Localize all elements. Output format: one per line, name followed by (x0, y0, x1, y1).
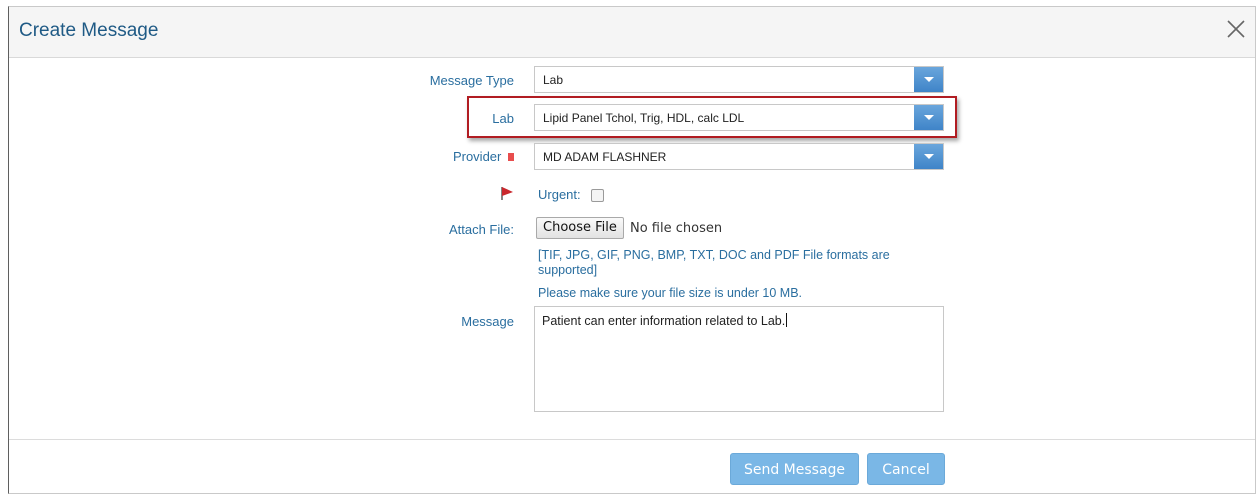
provider-select[interactable]: MD ADAM FLASHNER (534, 143, 944, 170)
dialog-title: Create Message (19, 20, 159, 41)
message-type-dropdown-button[interactable] (914, 67, 943, 92)
attach-file-label: Attach File: (448, 222, 514, 237)
chevron-down-icon (924, 77, 934, 82)
dialog-header: Create Message (9, 7, 1255, 58)
provider-dropdown-button[interactable] (914, 144, 943, 169)
urgent-label: Urgent: (538, 187, 581, 202)
chevron-down-icon (924, 154, 934, 159)
close-icon[interactable] (1223, 16, 1249, 42)
send-message-button[interactable]: Send Message (730, 453, 859, 485)
cancel-button[interactable]: Cancel (867, 453, 945, 485)
file-status: No file chosen (630, 221, 723, 236)
footer-divider (9, 439, 1255, 440)
provider-label: Provider (452, 149, 502, 164)
required-indicator-icon (508, 153, 514, 161)
provider-value: MD ADAM FLASHNER (543, 150, 667, 164)
message-label: Message (461, 314, 514, 329)
choose-file-button[interactable]: Choose File (536, 217, 624, 239)
red-flag-icon (500, 185, 516, 201)
provider-label-group: Provider (453, 149, 514, 164)
file-formats-note-line1: [TIF, JPG, GIF, PNG, BMP, TXT, DOC and P… (538, 248, 890, 262)
message-type-select[interactable]: Lab (534, 66, 944, 93)
message-type-value: Lab (543, 73, 564, 87)
lab-highlight-box (467, 96, 957, 138)
message-textarea[interactable]: Patient can enter information related to… (534, 306, 944, 412)
create-message-dialog: Create Message Message Type Lab Lab Lipi… (8, 6, 1256, 494)
urgent-checkbox[interactable] (591, 189, 604, 202)
text-caret (786, 313, 788, 327)
message-text: Patient can enter information related to… (542, 314, 786, 328)
file-formats-note-line2: supported] (538, 263, 598, 277)
file-size-note: Please make sure your file size is under… (538, 286, 803, 300)
message-type-label: Message Type (429, 73, 514, 88)
